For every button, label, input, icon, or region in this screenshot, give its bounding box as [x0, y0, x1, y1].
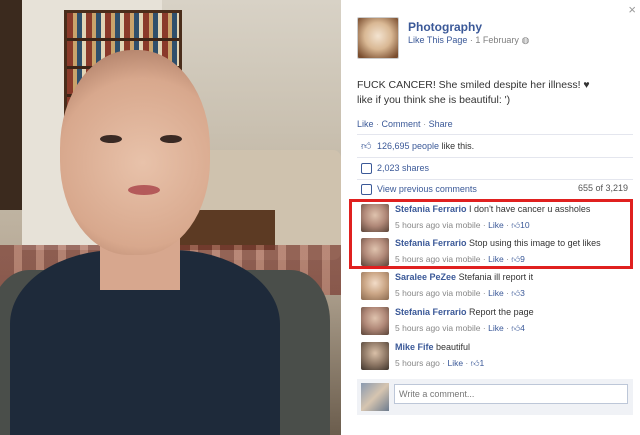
comment-item: Stefania Ferrario Report the page 5 hour…	[359, 305, 634, 337]
page-name[interactable]: Photography	[408, 20, 482, 34]
view-previous: View previous comments	[361, 182, 477, 196]
highlight-box	[349, 199, 633, 269]
thumbs-up-icon: 👍︎	[470, 358, 480, 368]
share-icon	[361, 162, 372, 174]
post-caption: FUCK CANCER! She smiled despite her illn…	[357, 78, 632, 108]
comment-text: Stefania ill report it	[458, 272, 534, 282]
page-meta: Like This Page · 1 February ◍	[408, 35, 530, 45]
divider	[357, 157, 633, 158]
photo-head	[60, 50, 210, 255]
like-page-link[interactable]: Like This Page	[408, 35, 467, 45]
divider	[357, 134, 633, 135]
comment-text: Report the page	[469, 307, 534, 317]
comment-like-count[interactable]: 3	[520, 288, 525, 298]
avatar	[361, 383, 389, 411]
likes-count[interactable]: 126,695 people	[377, 141, 439, 151]
comment-like-link[interactable]: Like	[447, 358, 463, 368]
post-photo[interactable]	[0, 0, 341, 435]
thumbs-up-icon: 👍︎	[511, 323, 521, 333]
caption-line-1: FUCK CANCER! She smiled despite her illn…	[357, 79, 590, 91]
comment-text: beautiful	[436, 342, 471, 352]
caption-line-2: like if you think she is beautiful: ')	[357, 94, 511, 106]
view-previous-link[interactable]: View previous comments	[377, 184, 477, 194]
divider	[357, 179, 633, 180]
comment-like-link[interactable]: Like	[488, 288, 504, 298]
like-link[interactable]: Like	[357, 119, 374, 129]
comment-input[interactable]	[394, 384, 628, 404]
comment-time[interactable]: 5 hours ago via mobile	[395, 323, 481, 333]
comment-item: Mike Fife beautiful 5 hours ago · Like ·…	[359, 340, 634, 372]
likes-suffix: like this.	[441, 141, 475, 151]
comment-author[interactable]: Saralee PeZee	[395, 272, 456, 282]
page-avatar[interactable]	[357, 17, 399, 59]
avatar[interactable]	[361, 272, 389, 300]
post-panel: × Photography Like This Page · 1 Februar…	[341, 0, 640, 435]
thumbs-up-icon: 👍︎	[511, 288, 521, 298]
post-date[interactable]: 1 February	[475, 35, 519, 45]
photo-eye-left	[100, 135, 122, 143]
comment-bubble-icon	[361, 183, 372, 195]
comment-time[interactable]: 5 hours ago	[395, 358, 440, 368]
photo-eye-right	[160, 135, 182, 143]
shares-summary: 2,023 shares	[361, 161, 429, 175]
post-actions: Like · Comment · Share	[357, 119, 453, 129]
comment-count: 655 of 3,219	[577, 183, 628, 193]
comment-like-count[interactable]: 1	[480, 358, 485, 368]
comment-item: Saralee PeZee Stefania ill report it 5 h…	[359, 270, 634, 302]
comment-like-count[interactable]: 4	[520, 323, 525, 333]
photo-lips	[128, 185, 160, 195]
globe-icon: ◍	[521, 35, 530, 45]
comment-like-link[interactable]: Like	[488, 323, 504, 333]
shares-count[interactable]: 2,023 shares	[377, 163, 429, 173]
comment-composer	[357, 379, 633, 415]
comment-author[interactable]: Mike Fife	[395, 342, 434, 352]
comment-time[interactable]: 5 hours ago via mobile	[395, 288, 481, 298]
close-icon[interactable]: ×	[628, 3, 636, 16]
comment-link[interactable]: Comment	[382, 119, 421, 129]
avatar[interactable]	[361, 307, 389, 335]
likes-summary: 👍︎ 126,695 people like this.	[361, 139, 474, 153]
comment-author[interactable]: Stefania Ferrario	[395, 307, 467, 317]
avatar[interactable]	[361, 342, 389, 370]
share-link[interactable]: Share	[429, 119, 453, 129]
thumbs-up-icon: 👍︎	[361, 140, 372, 152]
